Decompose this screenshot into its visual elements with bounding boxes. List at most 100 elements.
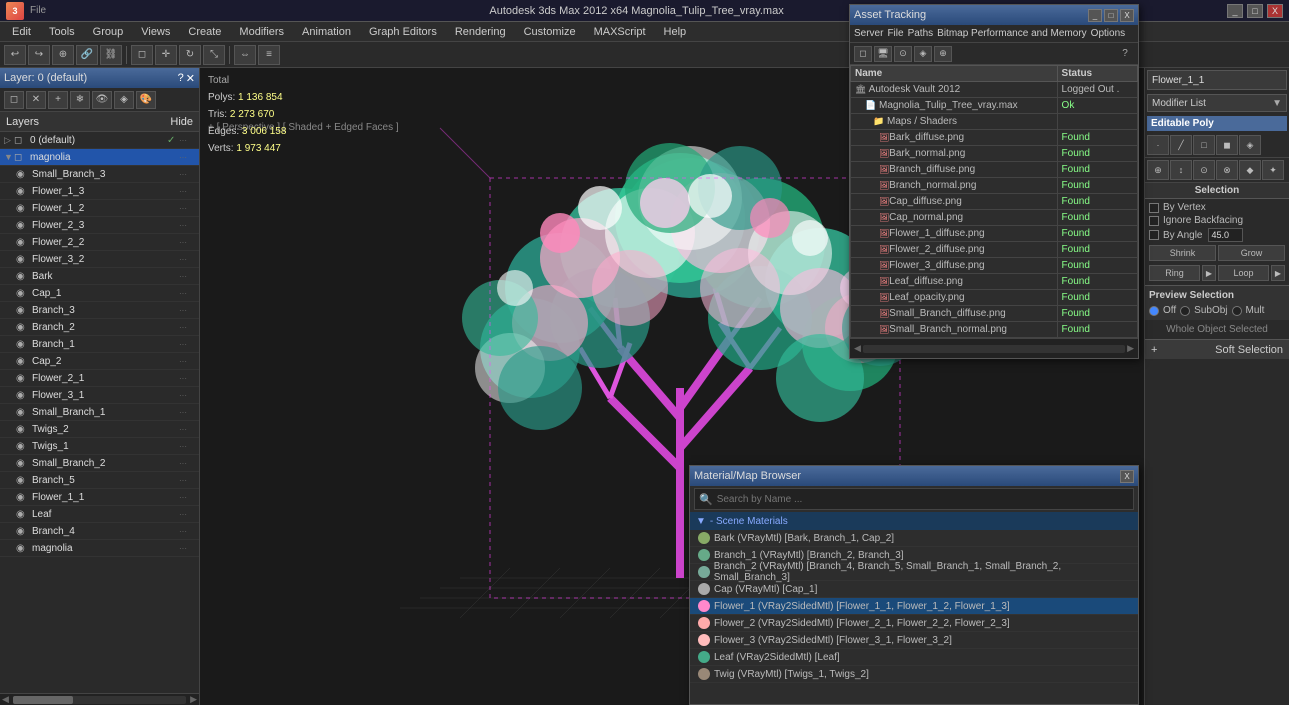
material-search-bar[interactable]: 🔍 bbox=[694, 488, 1134, 510]
layer-item[interactable]: ◉ Branch_3 ··· bbox=[0, 302, 199, 319]
asset-nav-arrow-right[interactable]: ▶ bbox=[1127, 343, 1134, 354]
material-item-flower2[interactable]: Flower_2 (VRay2SidedMtl) [Flower_2_1, Fl… bbox=[690, 615, 1138, 632]
menu-create[interactable]: Create bbox=[180, 24, 229, 40]
ignore-backfacing-checkbox[interactable] bbox=[1149, 216, 1159, 226]
asset-menu-server[interactable]: Server bbox=[854, 28, 883, 39]
by-angle-checkbox[interactable] bbox=[1149, 230, 1159, 240]
undo-button[interactable]: ↩ bbox=[4, 45, 26, 65]
layer-item[interactable]: ◉ Flower_1_2 ··· bbox=[0, 200, 199, 217]
layer-item[interactable]: ◉ Twigs_1 ··· bbox=[0, 438, 199, 455]
layer-tool-render[interactable]: ◈ bbox=[114, 91, 134, 109]
asset-row[interactable]: 🖼Small_Branch_diffuse.pngFound bbox=[851, 306, 1138, 322]
asset-row[interactable]: 🖼Bark_diffuse.pngFound bbox=[851, 130, 1138, 146]
layer-item[interactable]: ◉ Leaf ··· bbox=[0, 506, 199, 523]
asset-menu-options[interactable]: Options bbox=[1091, 28, 1125, 39]
align-tool[interactable]: ≡ bbox=[258, 45, 280, 65]
layer-item-magnolia[interactable]: ▼ ◻ magnolia ··· bbox=[0, 149, 199, 166]
asset-tool-4[interactable]: ◈ bbox=[914, 46, 932, 62]
asset-row-file[interactable]: 📄 Magnolia_Tulip_Tree_vray.max Ok bbox=[851, 98, 1138, 114]
move-tool[interactable]: ✛ bbox=[155, 45, 177, 65]
scroll-left-arrow[interactable]: ◀ bbox=[0, 694, 11, 705]
menu-help[interactable]: Help bbox=[656, 24, 695, 40]
menu-graph-editors[interactable]: Graph Editors bbox=[361, 24, 445, 40]
menu-rendering[interactable]: Rendering bbox=[447, 24, 514, 40]
layer-item[interactable]: ◉ Flower_2_3 ··· bbox=[0, 217, 199, 234]
layer-item[interactable]: ◉ Branch_2 ··· bbox=[0, 319, 199, 336]
layer-list[interactable]: ▷ ◻ 0 (default) ✓ ··· ▼ ◻ magnolia ··· ◉… bbox=[0, 132, 199, 693]
asset-menu-bitmap[interactable]: Bitmap Performance and Memory bbox=[937, 28, 1087, 39]
asset-row[interactable]: 🖼Cap_diffuse.pngFound bbox=[851, 194, 1138, 210]
material-item-flower1[interactable]: Flower_1 (VRay2SidedMtl) [Flower_1_1, Fl… bbox=[690, 598, 1138, 615]
ring-button[interactable]: Ring bbox=[1149, 265, 1200, 281]
material-item-twig[interactable]: Twig (VRayMtl) [Twigs_1, Twigs_2] bbox=[690, 666, 1138, 683]
grow-button[interactable]: Grow bbox=[1218, 245, 1285, 261]
select-button[interactable]: ⊕ bbox=[52, 45, 74, 65]
layer-item[interactable]: ◉ Small_Branch_1 ··· bbox=[0, 404, 199, 421]
asset-row[interactable]: 🖼Branch_diffuse.pngFound bbox=[851, 162, 1138, 178]
menu-tools[interactable]: Tools bbox=[41, 24, 83, 40]
layer-item[interactable]: ◉ magnolia ··· bbox=[0, 540, 199, 557]
prop-icon-6[interactable]: ✦ bbox=[1262, 160, 1284, 180]
layer-tool-select[interactable]: ◻ bbox=[4, 91, 24, 109]
prop-icon-5[interactable]: ◆ bbox=[1239, 160, 1261, 180]
material-search-input[interactable] bbox=[717, 494, 1129, 505]
minimize-button[interactable]: _ bbox=[1227, 4, 1243, 18]
asset-minimize-btn[interactable]: _ bbox=[1088, 9, 1102, 22]
material-list[interactable]: Bark (VRayMtl) [Bark, Branch_1, Cap_2] B… bbox=[690, 530, 1138, 700]
asset-tool-1[interactable]: ◻ bbox=[854, 46, 872, 62]
layer-tool-add[interactable]: + bbox=[48, 91, 68, 109]
layer-item[interactable]: ◉ Flower_2_2 ··· bbox=[0, 234, 199, 251]
asset-row-vault[interactable]: 🏛 Autodesk Vault 2012 Logged Out . bbox=[851, 82, 1138, 98]
prop-icon-2[interactable]: ↕ bbox=[1170, 160, 1192, 180]
asset-maximize-btn[interactable]: □ bbox=[1104, 9, 1118, 22]
material-item-leaf[interactable]: Leaf (VRay2SidedMtl) [Leaf] bbox=[690, 649, 1138, 666]
maximize-button[interactable]: □ bbox=[1247, 4, 1263, 18]
asset-row[interactable]: 🖼Bark_normal.pngFound bbox=[851, 146, 1138, 162]
layer-item[interactable]: ◉ Small_Branch_2 ··· bbox=[0, 455, 199, 472]
select-tool[interactable]: ◻ bbox=[131, 45, 153, 65]
by-angle-input[interactable] bbox=[1208, 228, 1243, 242]
menu-views[interactable]: Views bbox=[133, 24, 178, 40]
asset-menu-paths[interactable]: Paths bbox=[908, 28, 934, 39]
soft-selection-header[interactable]: + Soft Selection bbox=[1145, 339, 1289, 359]
layer-item[interactable]: ◉ Flower_1_3 ··· bbox=[0, 183, 199, 200]
layer-item-default[interactable]: ▷ ◻ 0 (default) ✓ ··· bbox=[0, 132, 199, 149]
layer-item[interactable]: ◉ Cap_1 ··· bbox=[0, 285, 199, 302]
edge-icon[interactable]: ╱ bbox=[1170, 135, 1192, 155]
link-button[interactable]: 🔗 bbox=[76, 45, 98, 65]
loop-arrow-btn[interactable]: ▶ bbox=[1271, 265, 1285, 281]
menu-animation[interactable]: Animation bbox=[294, 24, 359, 40]
layer-item[interactable]: ◉ Branch_5 ··· bbox=[0, 472, 199, 489]
layer-tool-freeze[interactable]: ❄ bbox=[70, 91, 90, 109]
menu-maxscript[interactable]: MAXScript bbox=[586, 24, 654, 40]
mirror-tool[interactable]: ⇔ bbox=[234, 45, 256, 65]
asset-row[interactable]: 🖼Cap_normal.pngFound bbox=[851, 210, 1138, 226]
border-icon[interactable]: □ bbox=[1193, 135, 1215, 155]
layer-item[interactable]: ◉ Cap_2 ··· bbox=[0, 353, 199, 370]
layer-item[interactable]: ◉ Flower_3_1 ··· bbox=[0, 387, 199, 404]
layer-item[interactable]: ◉ Flower_3_2 ··· bbox=[0, 251, 199, 268]
layer-tool-color[interactable]: 🎨 bbox=[136, 91, 156, 109]
layer-tool-delete[interactable]: ✕ bbox=[26, 91, 46, 109]
modifier-list-dropdown[interactable]: Modifier List ▼ bbox=[1147, 94, 1287, 112]
menu-edit[interactable]: Edit bbox=[4, 24, 39, 40]
layer-item[interactable]: ◉ Branch_4 ··· bbox=[0, 523, 199, 540]
layer-help-btn[interactable]: ? bbox=[178, 72, 184, 85]
material-item-bark[interactable]: Bark (VRayMtl) [Bark, Branch_1, Cap_2] bbox=[690, 530, 1138, 547]
layer-tool-hide[interactable]: 👁 bbox=[92, 91, 112, 109]
radio-off[interactable] bbox=[1149, 306, 1159, 316]
layer-item[interactable]: ◉ Branch_1 ··· bbox=[0, 336, 199, 353]
layer-item[interactable]: ◉ Flower_2_1 ··· bbox=[0, 370, 199, 387]
asset-row[interactable]: 🖼Leaf_diffuse.pngFound bbox=[851, 274, 1138, 290]
menu-group[interactable]: Group bbox=[85, 24, 132, 40]
object-name-field[interactable]: Flower_1_1 bbox=[1147, 70, 1287, 90]
asset-row[interactable]: 🖼Leaf_opacity.pngFound bbox=[851, 290, 1138, 306]
scale-tool[interactable]: ⤡ bbox=[203, 45, 225, 65]
asset-nav-arrow-left[interactable]: ◀ bbox=[854, 343, 861, 354]
by-vertex-checkbox[interactable] bbox=[1149, 203, 1159, 213]
scene-materials-header[interactable]: ▼ - Scene Materials bbox=[690, 512, 1138, 530]
radio-subobj[interactable] bbox=[1180, 306, 1190, 316]
asset-help-btn[interactable]: ? bbox=[1116, 46, 1134, 62]
asset-menu-file[interactable]: File bbox=[887, 28, 903, 39]
material-close-btn[interactable]: X bbox=[1120, 470, 1134, 483]
